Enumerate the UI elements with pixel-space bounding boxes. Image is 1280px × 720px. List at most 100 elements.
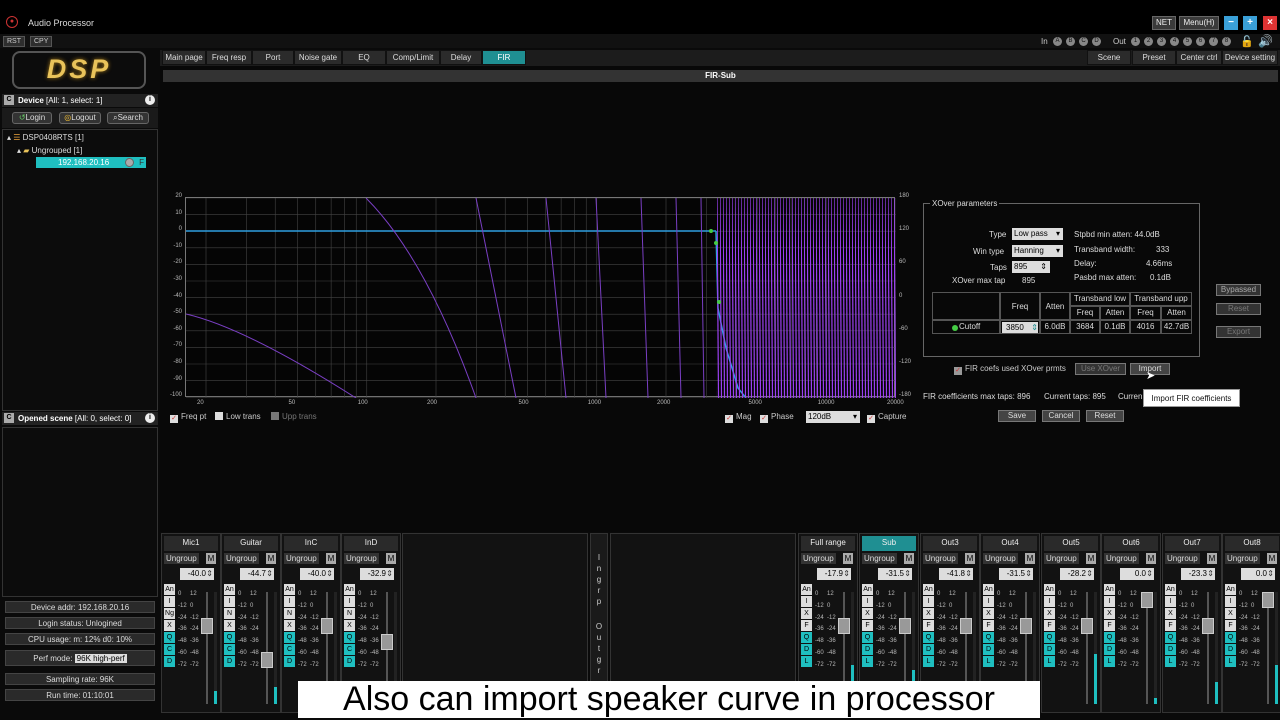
tab-fir[interactable]: FIR xyxy=(482,50,526,65)
maximize-icon[interactable]: + xyxy=(1243,16,1257,30)
channel-btn-d[interactable]: D xyxy=(164,656,175,667)
net-button[interactable]: NET xyxy=(1152,16,1176,30)
fader-knob[interactable] xyxy=(1202,618,1214,634)
fader-knob[interactable] xyxy=(1020,618,1032,634)
tab-scene[interactable]: Scene xyxy=(1087,50,1131,65)
channel-btn-l[interactable]: L xyxy=(983,656,994,667)
channel-btn-an[interactable]: An xyxy=(164,584,175,595)
ungroup-select[interactable]: Ungroup xyxy=(164,553,199,564)
channel-btn-i[interactable]: I xyxy=(983,596,994,607)
ungroup-select[interactable]: Ungroup xyxy=(1225,553,1260,564)
bypassed-button[interactable]: Bypassed xyxy=(1216,284,1261,296)
channel-btn-x[interactable]: X xyxy=(1225,608,1236,619)
tab-preset[interactable]: Preset xyxy=(1132,50,1176,65)
ungroup-select[interactable]: Ungroup xyxy=(344,553,379,564)
upp-trans-checkbox[interactable]: Upp trans xyxy=(271,412,317,422)
channel-btn-f[interactable]: F xyxy=(983,620,994,631)
channel-name[interactable]: Full range xyxy=(801,536,855,551)
channel-btn-x[interactable]: X xyxy=(1044,608,1055,619)
info-icon[interactable]: i xyxy=(145,95,155,105)
channel-btn-f[interactable]: F xyxy=(1165,620,1176,631)
gain-value-input[interactable]: -31.5 ⇕ xyxy=(878,568,912,580)
speaker-icon[interactable]: 🔊 xyxy=(1258,34,1273,48)
tab-comp-limit[interactable]: Comp/Limit xyxy=(386,50,440,65)
mute-button[interactable]: M xyxy=(206,553,216,564)
out-dot-6[interactable]: 6 xyxy=(1196,37,1205,46)
channel-btn-x[interactable]: X xyxy=(1104,608,1115,619)
channel-btn-q[interactable]: Q xyxy=(1165,632,1176,643)
channel-name[interactable]: Out5 xyxy=(1044,536,1098,551)
phase-checkbox[interactable]: ✓ Phase xyxy=(760,412,794,423)
channel-btn-q[interactable]: Q xyxy=(224,632,235,643)
low-trans-checkbox[interactable]: Low trans xyxy=(215,412,261,422)
gain-value-input[interactable]: -23.3 ⇕ xyxy=(1181,568,1215,580)
mute-button[interactable]: M xyxy=(266,553,276,564)
channel-btn-q[interactable]: Q xyxy=(1225,632,1236,643)
out-dot-5[interactable]: 5 xyxy=(1183,37,1192,46)
freq-pt-checkbox[interactable]: ✓ Freq pt xyxy=(170,412,206,423)
channel-btn-x[interactable]: X xyxy=(344,620,355,631)
gain-value-input[interactable]: -28.2 ⇕ xyxy=(1060,568,1094,580)
channel-btn-f[interactable]: F xyxy=(1225,620,1236,631)
channel-btn-l[interactable]: L xyxy=(923,656,934,667)
channel-btn-x[interactable]: X xyxy=(224,620,235,631)
mag-checkbox[interactable]: ✓ Mag xyxy=(725,412,752,423)
fader-knob[interactable] xyxy=(960,618,972,634)
fader-knob[interactable] xyxy=(899,618,911,634)
ungroup-select[interactable]: Ungroup xyxy=(1044,553,1079,564)
tab-eq[interactable]: EQ xyxy=(342,50,386,65)
channel-btn-q[interactable]: Q xyxy=(862,632,873,643)
channel-btn-n[interactable]: N xyxy=(224,608,235,619)
channel-btn-c[interactable]: C xyxy=(344,644,355,655)
channel-btn-an[interactable]: An xyxy=(983,584,994,595)
channel-btn-i[interactable]: I xyxy=(801,596,812,607)
mute-button[interactable]: M xyxy=(1267,553,1277,564)
channel-btn-i[interactable]: I xyxy=(1104,596,1115,607)
type-select[interactable]: Low pass ▾ xyxy=(1012,228,1063,240)
out-dot-4[interactable]: 4 xyxy=(1170,37,1179,46)
fader-knob[interactable] xyxy=(321,618,333,634)
channel-btn-q[interactable]: Q xyxy=(1044,632,1055,643)
ungroup-select[interactable]: Ungroup xyxy=(224,553,259,564)
channel-btn-an[interactable]: An xyxy=(284,584,295,595)
channel-btn-i[interactable]: I xyxy=(1044,596,1055,607)
channel-btn-l[interactable]: L xyxy=(862,656,873,667)
channel-btn-x[interactable]: X xyxy=(923,608,934,619)
channel-btn-an[interactable]: An xyxy=(1104,584,1115,595)
channel-btn-d[interactable]: D xyxy=(284,656,295,667)
channel-btn-n[interactable]: N xyxy=(284,608,295,619)
channel-name[interactable]: Out4 xyxy=(983,536,1037,551)
tab-port[interactable]: Port xyxy=(252,50,294,65)
out-dot-1[interactable]: 1 xyxy=(1131,37,1140,46)
fader-knob[interactable] xyxy=(201,618,213,634)
in-dot-A[interactable]: A xyxy=(1053,37,1062,46)
gain-value-input[interactable]: -32.9 ⇕ xyxy=(360,568,394,580)
channel-btn-q[interactable]: Q xyxy=(344,632,355,643)
gain-value-input[interactable]: 0.0 ⇕ xyxy=(1241,568,1275,580)
channel-btn-d[interactable]: D xyxy=(224,656,235,667)
channel-btn-d[interactable]: D xyxy=(983,644,994,655)
ungroup-select[interactable]: Ungroup xyxy=(923,553,958,564)
channel-btn-q[interactable]: Q xyxy=(284,632,295,643)
channel-btn-d[interactable]: D xyxy=(1225,644,1236,655)
channel-btn-an[interactable]: An xyxy=(344,584,355,595)
ungroup-select[interactable]: Ungroup xyxy=(284,553,319,564)
channel-btn-an[interactable]: An xyxy=(1044,584,1055,595)
out-dot-3[interactable]: 3 xyxy=(1157,37,1166,46)
channel-btn-ng[interactable]: Ng xyxy=(164,608,175,619)
use-xover-button[interactable]: Use XOver xyxy=(1075,363,1126,375)
in-dot-D[interactable]: D xyxy=(1092,37,1101,46)
gain-value-input[interactable]: -44.7 ⇕ xyxy=(240,568,274,580)
capture-checkbox[interactable]: ✓ Capture xyxy=(867,412,906,423)
channel-btn-c[interactable]: C xyxy=(224,644,235,655)
channel-btn-d[interactable]: D xyxy=(344,656,355,667)
channel-name[interactable]: Out8 xyxy=(1225,536,1279,551)
tree-group[interactable]: ▴ ▰ Ungrouped [1] xyxy=(17,146,82,155)
ungroup-select[interactable]: Ungroup xyxy=(983,553,1018,564)
in-dot-C[interactable]: C xyxy=(1079,37,1088,46)
channel-btn-l[interactable]: L xyxy=(1044,656,1055,667)
channel-name[interactable]: InD xyxy=(344,536,398,551)
login-button[interactable]: ↺Login xyxy=(12,112,52,124)
channel-btn-l[interactable]: L xyxy=(1104,656,1115,667)
lock-icon[interactable]: 🔓 xyxy=(1240,35,1254,48)
